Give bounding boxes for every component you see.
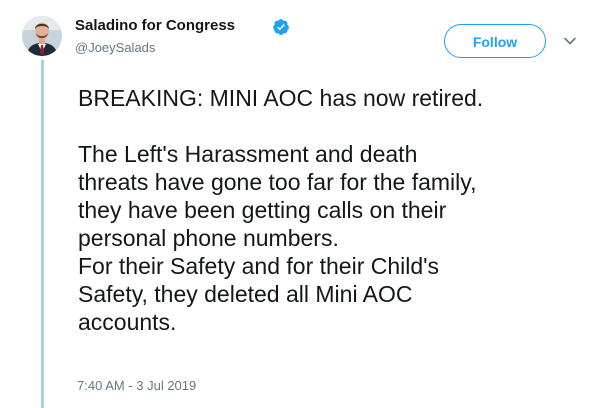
tweet-timestamp[interactable]: 7:40 AM - 3 Jul 2019 xyxy=(77,378,196,393)
chevron-down-icon[interactable] xyxy=(563,34,577,48)
display-name[interactable]: Saladino for Congress xyxy=(75,17,235,34)
verified-badge-icon xyxy=(273,19,289,35)
tweet-text: BREAKING: MINI AOC has now retired. The … xyxy=(78,85,484,335)
follow-button[interactable]: Follow xyxy=(444,24,546,58)
avatar[interactable] xyxy=(22,16,62,56)
user-handle[interactable]: @JoeySalads xyxy=(75,40,155,55)
tweet-card: Saladino for Congress @JoeySalads Follow… xyxy=(0,0,599,408)
profile-photo-icon xyxy=(22,16,62,56)
thread-line xyxy=(41,60,44,408)
